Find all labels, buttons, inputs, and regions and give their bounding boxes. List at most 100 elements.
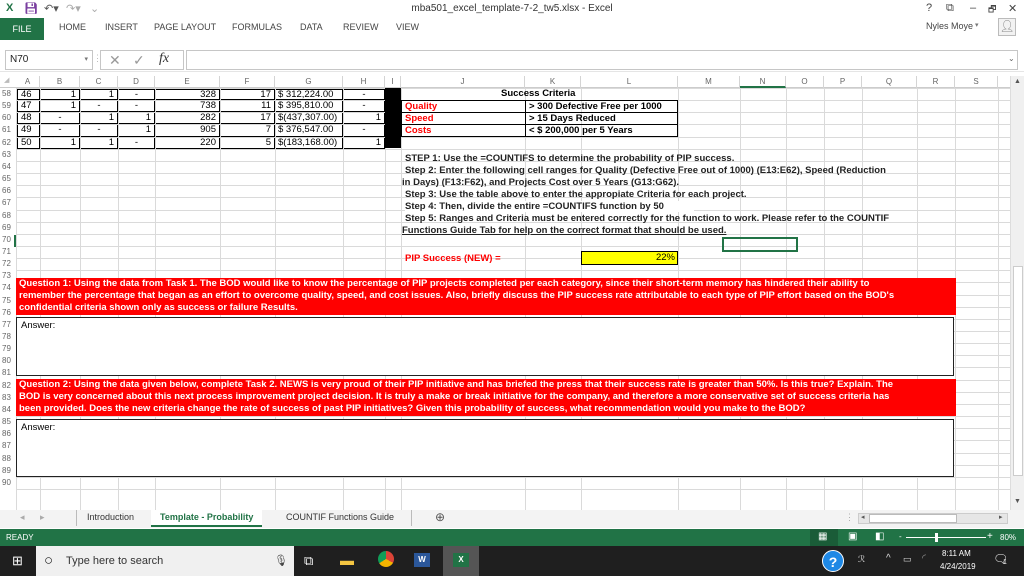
sheet-prev-icon[interactable]: ◂ bbox=[20, 512, 25, 523]
cell-h[interactable]: - bbox=[344, 101, 385, 113]
tab-home[interactable]: HOME bbox=[59, 22, 86, 32]
row-header[interactable]: 64 bbox=[0, 162, 16, 174]
show-hidden-icons[interactable]: ^ bbox=[886, 553, 891, 564]
row-header[interactable]: 83 bbox=[0, 393, 16, 405]
word-icon[interactable]: W bbox=[414, 553, 430, 567]
cell-g[interactable]: $ 395,810.00 bbox=[276, 101, 343, 113]
wifi-icon[interactable]: ◜ bbox=[922, 553, 926, 564]
formula-input[interactable] bbox=[186, 50, 1018, 70]
tab-review[interactable]: REVIEW bbox=[343, 22, 379, 32]
tab-file[interactable]: FILE bbox=[0, 18, 44, 40]
row-header[interactable]: 85 bbox=[0, 417, 16, 429]
tab-page-layout[interactable]: PAGE LAYOUT bbox=[154, 22, 216, 32]
name-box[interactable]: N70 ▾ bbox=[5, 50, 93, 70]
row-header[interactable]: 76 bbox=[0, 308, 16, 320]
cell-c[interactable]: 1 bbox=[81, 89, 118, 101]
name-box-dropdown-icon[interactable]: ▾ bbox=[84, 51, 88, 69]
ribbon-display-button[interactable]: ⧉ bbox=[946, 2, 954, 15]
sheet-tab-introduction[interactable]: Introduction bbox=[87, 512, 134, 522]
row-header[interactable]: 63 bbox=[0, 150, 16, 162]
cell-a[interactable]: 46 bbox=[17, 89, 40, 101]
user-dropdown-icon[interactable]: ▾ bbox=[975, 21, 979, 29]
enter-icon[interactable]: ✓ bbox=[133, 52, 145, 69]
col-header[interactable]: S bbox=[955, 76, 998, 88]
row-header[interactable]: 61 bbox=[0, 125, 16, 137]
page-layout-view-icon[interactable]: ▣ bbox=[848, 531, 857, 542]
cell-g[interactable]: $(183,168.00) bbox=[276, 137, 343, 149]
row-header[interactable]: 78 bbox=[0, 332, 16, 344]
col-header[interactable]: K bbox=[525, 76, 581, 88]
row-header[interactable]: 59 bbox=[0, 101, 16, 113]
cell-e[interactable]: 282 bbox=[156, 113, 220, 125]
row-header[interactable]: 69 bbox=[0, 223, 16, 235]
answer-1-box[interactable]: Answer: bbox=[16, 317, 954, 376]
row-header[interactable]: 87 bbox=[0, 441, 16, 453]
tab-formulas[interactable]: FORMULAS bbox=[232, 22, 282, 32]
cell-a[interactable]: 48 bbox=[17, 113, 40, 125]
page-break-view-icon[interactable]: ◧ bbox=[875, 531, 884, 542]
chrome-icon[interactable] bbox=[378, 551, 394, 567]
scroll-up-icon[interactable]: ▲ bbox=[1014, 78, 1021, 85]
col-header-active[interactable]: N bbox=[740, 76, 786, 88]
cell-f[interactable]: 5 bbox=[221, 137, 275, 149]
scroll-down-icon[interactable]: ▼ bbox=[1014, 498, 1021, 505]
col-header[interactable]: E bbox=[155, 76, 220, 88]
row-header[interactable]: 70 bbox=[0, 234, 16, 247]
cell-g[interactable]: $ 312,224.00 bbox=[276, 89, 343, 101]
expand-formula-bar-icon[interactable]: ⌄ bbox=[1008, 54, 1015, 63]
cell-b[interactable]: 1 bbox=[41, 89, 80, 101]
row-header[interactable]: 74 bbox=[0, 283, 16, 295]
cell-d[interactable]: - bbox=[119, 101, 155, 113]
help-icon[interactable]: ? bbox=[822, 550, 844, 572]
insert-function-icon[interactable]: fx bbox=[159, 51, 169, 67]
cell-d[interactable]: 1 bbox=[119, 125, 155, 137]
tab-data[interactable]: DATA bbox=[300, 22, 323, 32]
col-header[interactable]: B bbox=[40, 76, 80, 88]
row-header[interactable]: 62 bbox=[0, 138, 16, 150]
cell-a[interactable]: 49 bbox=[17, 125, 40, 137]
row-header[interactable]: 75 bbox=[0, 296, 16, 308]
cell-b[interactable]: - bbox=[41, 125, 80, 137]
cell-d[interactable]: 1 bbox=[119, 113, 155, 125]
cell-f[interactable]: 7 bbox=[221, 125, 275, 137]
cell-c[interactable]: - bbox=[81, 101, 118, 113]
row-header[interactable]: 68 bbox=[0, 211, 16, 223]
cell-d[interactable]: - bbox=[119, 89, 155, 101]
cell-b[interactable]: 1 bbox=[41, 101, 80, 113]
row-header[interactable]: 84 bbox=[0, 405, 16, 417]
col-header[interactable]: R bbox=[917, 76, 955, 88]
row-header[interactable]: 67 bbox=[0, 198, 16, 210]
worksheet-grid[interactable]: 46 1 1-328 17 $ 312,224.00-47 1- -738 11 $ 395,8… bbox=[16, 88, 1014, 510]
cell-d[interactable]: - bbox=[119, 137, 155, 149]
row-header[interactable]: 88 bbox=[0, 454, 16, 466]
user-name[interactable]: Nyles Moye bbox=[926, 21, 973, 31]
battery-icon[interactable]: ▭ bbox=[903, 554, 912, 565]
row-header[interactable]: 79 bbox=[0, 344, 16, 356]
col-header[interactable]: H bbox=[343, 76, 385, 88]
selected-cell-n70[interactable] bbox=[722, 237, 798, 252]
cell-g[interactable]: $ 376,547.00 bbox=[276, 125, 343, 137]
row-header[interactable]: 86 bbox=[0, 429, 16, 441]
restore-button[interactable]: 🗗 bbox=[988, 2, 996, 18]
cell-e[interactable]: 220 bbox=[156, 137, 220, 149]
microphone-icon[interactable]: 🎙︎ bbox=[274, 546, 288, 576]
cell-h[interactable]: - bbox=[344, 125, 385, 137]
scroll-right-icon[interactable]: ▸ bbox=[999, 513, 1003, 521]
row-header[interactable]: 66 bbox=[0, 186, 16, 198]
tab-insert[interactable]: INSERT bbox=[105, 22, 138, 32]
row-header[interactable]: 58 bbox=[0, 89, 16, 101]
cell-f[interactable]: 17 bbox=[221, 113, 275, 125]
cell-f[interactable]: 11 bbox=[221, 101, 275, 113]
cell-h[interactable]: - bbox=[344, 89, 385, 101]
cell-e[interactable]: 328 bbox=[156, 89, 220, 101]
vertical-scroll-thumb[interactable] bbox=[1013, 266, 1023, 476]
row-header[interactable]: 80 bbox=[0, 356, 16, 368]
cell-h[interactable]: 1 bbox=[344, 113, 385, 125]
excel-taskbar-active[interactable]: X bbox=[443, 546, 479, 576]
cell-b[interactable]: - bbox=[41, 113, 80, 125]
sheet-tab-countif-guide[interactable]: COUNTIF Functions Guide bbox=[286, 512, 394, 522]
add-sheet-icon[interactable]: ⊕ bbox=[435, 510, 445, 524]
zoom-slider[interactable] bbox=[906, 537, 986, 538]
col-header[interactable]: Q bbox=[862, 76, 917, 88]
col-header[interactable]: D bbox=[118, 76, 155, 88]
